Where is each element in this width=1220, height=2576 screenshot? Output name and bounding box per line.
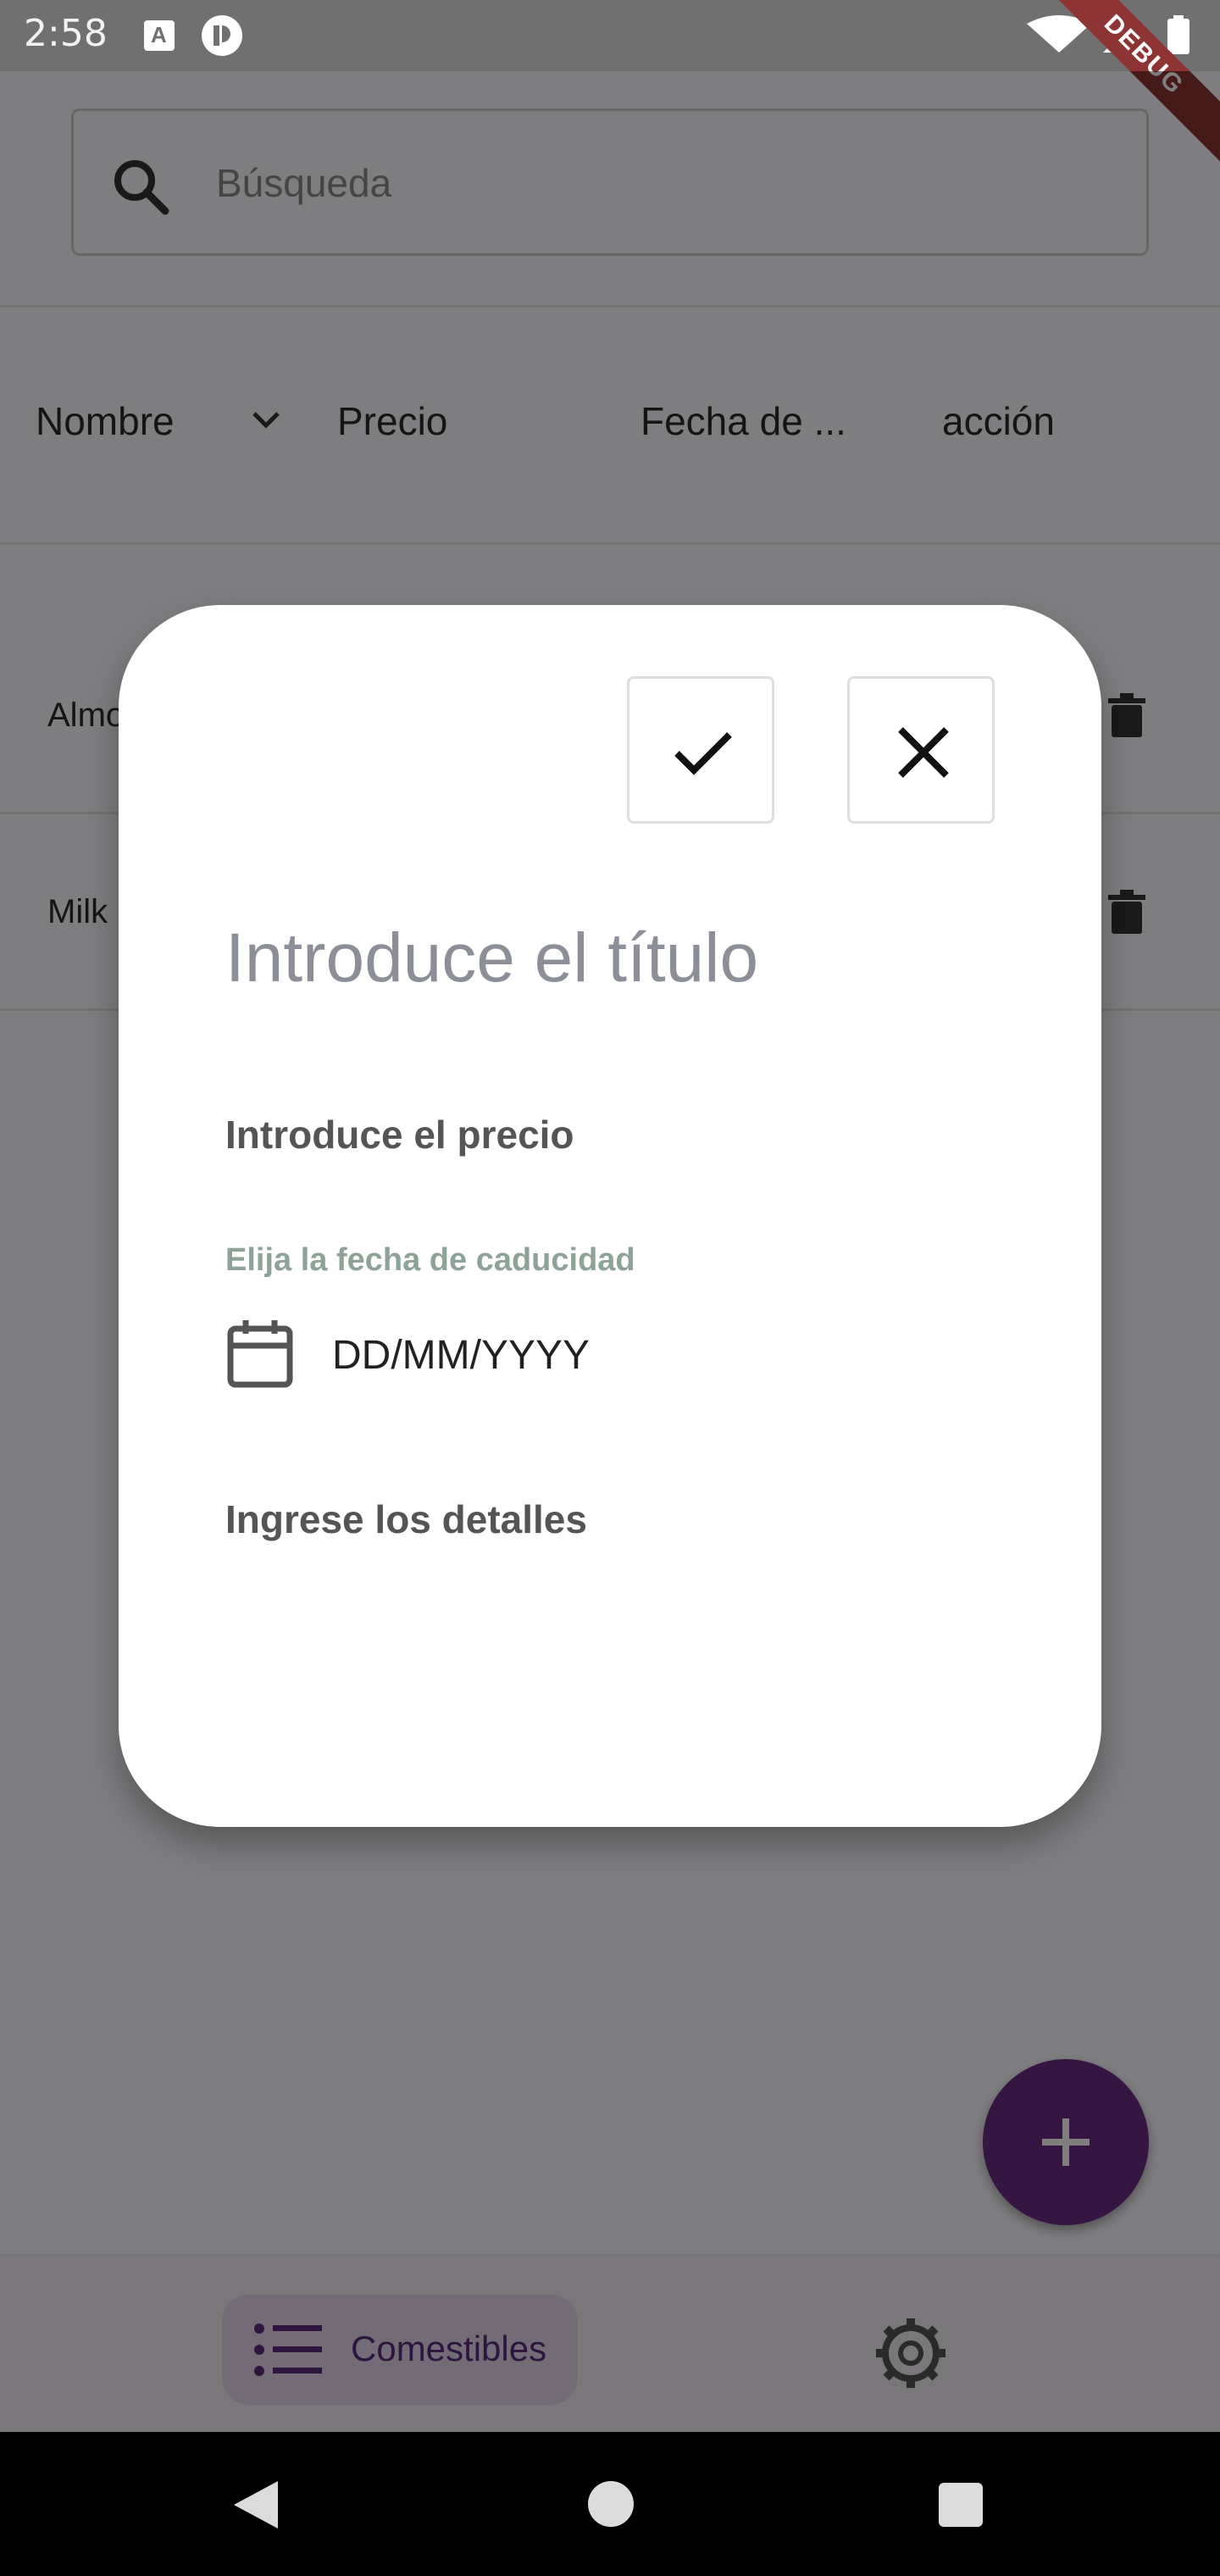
date-caption: Elija la fecha de caducidad <box>225 1242 635 1278</box>
title-input[interactable]: Introduce el título <box>225 919 758 998</box>
calendar-icon[interactable] <box>225 1319 295 1388</box>
recent-apps-icon[interactable] <box>939 2483 983 2527</box>
add-item-dialog: Introduce el título Introduce el precio … <box>119 605 1101 1827</box>
battery-icon <box>1167 19 1190 54</box>
close-icon <box>898 727 949 778</box>
price-input[interactable]: Introduce el precio <box>225 1112 574 1158</box>
back-icon[interactable] <box>230 2478 281 2532</box>
details-input[interactable]: Ingrese los detalles <box>225 1496 587 1542</box>
expiry-date-field[interactable]: DD/MM/YYYY <box>332 1332 590 1379</box>
check-icon <box>674 732 732 775</box>
status-bar: 2:58 A <box>0 0 1220 71</box>
app-notification-icon <box>202 15 242 56</box>
app-screen: 2:58 A DEBUG Búsqueda Nombre Precio Fech… <box>0 0 1220 2576</box>
close-button[interactable] <box>847 676 995 824</box>
keyboard-notification-icon: A <box>144 20 175 51</box>
status-time: 2:58 <box>24 12 108 55</box>
confirm-button[interactable] <box>627 676 774 824</box>
home-icon[interactable] <box>588 2481 634 2527</box>
